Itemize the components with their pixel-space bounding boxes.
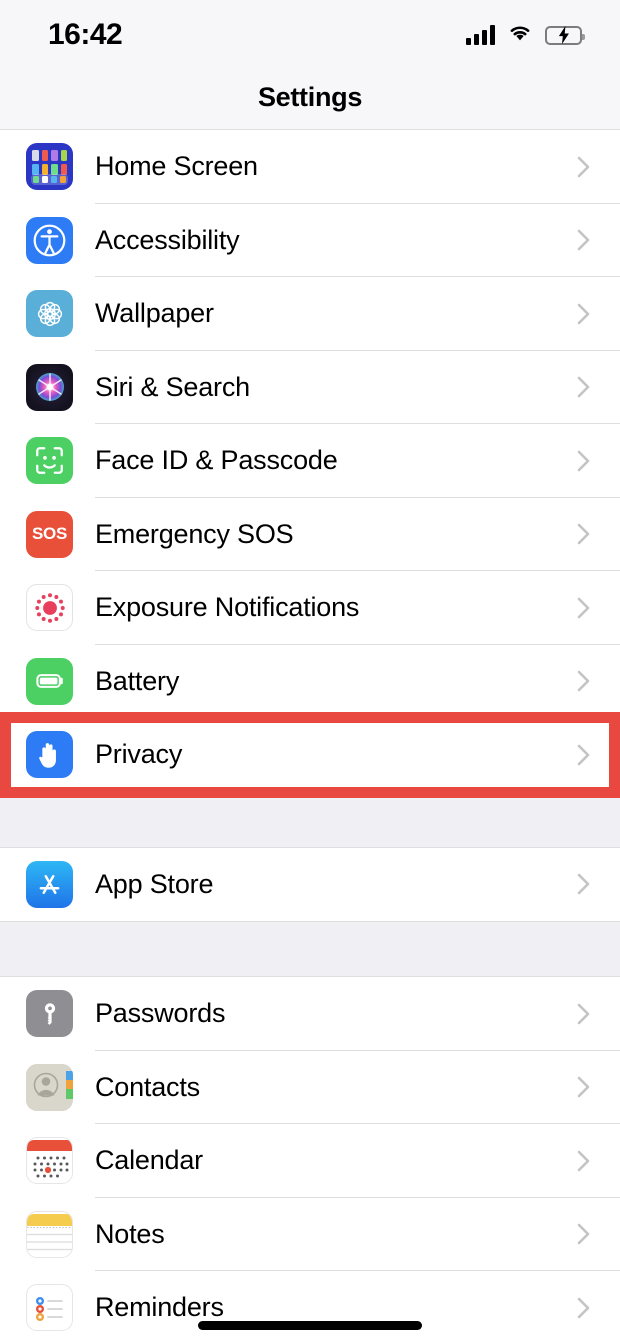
chevron-right-icon [577,376,590,398]
status-bar: 16:42 [0,0,620,66]
chevron-right-icon [577,1223,590,1245]
settings-row-home-screen[interactable]: Home Screen [0,130,620,204]
settings-row-notes[interactable]: Notes [0,1197,620,1271]
wifi-icon [508,23,532,47]
home-screen-icon [26,143,73,191]
charging-bolt-icon [558,25,569,45]
settings-row-label: Face ID & Passcode [95,445,338,476]
settings-row-accessibility[interactable]: Accessibility [0,203,620,277]
settings-row-label: Wallpaper [95,298,214,329]
passwords-key-icon [26,990,73,1038]
battery-charging-icon [545,25,585,45]
notes-icon [26,1210,73,1258]
settings-row-label: Calendar [95,1145,203,1176]
settings-row-label: Privacy [95,739,183,770]
settings-row-label: Exposure Notifications [95,592,360,623]
contacts-icon [26,1063,73,1111]
face-id-icon [26,437,73,485]
settings-row-contacts[interactable]: Contacts [0,1050,620,1124]
chevron-right-icon [577,744,590,766]
iphone-settings-screen: 16:42 Settings Home Screen Accessibility… [0,0,620,1342]
chevron-right-icon [577,1003,590,1025]
settings-row-reminders[interactable]: Reminders [0,1271,620,1342]
group-separator-2 [0,921,620,977]
home-indicator [198,1321,422,1330]
settings-row-exposure-notifications[interactable]: Exposure Notifications [0,571,620,645]
settings-row-label: Accessibility [95,224,240,255]
page-title: Settings [257,82,363,112]
settings-row-label: App Store [95,868,214,899]
cellular-signal-icon [466,25,495,45]
settings-row-label: Siri & Search [95,371,250,402]
settings-row-face-id-passcode[interactable]: Face ID & Passcode [0,424,620,498]
chevron-right-icon [577,670,590,692]
chevron-right-icon [577,1076,590,1098]
accessibility-icon [26,216,73,264]
chevron-right-icon [577,450,590,472]
settings-row-calendar[interactable]: Calendar [0,1124,620,1198]
chevron-right-icon [577,303,590,325]
chevron-right-icon [577,1297,590,1319]
settings-group-2: App Store [0,847,620,921]
settings-row-app-store[interactable]: App Store [0,847,620,921]
settings-row-label: Notes [95,1218,165,1249]
settings-row-privacy[interactable]: Privacy [0,718,620,792]
siri-icon [26,363,73,411]
chevron-right-icon [577,156,590,178]
reminders-icon [26,1284,73,1332]
settings-row-wallpaper[interactable]: Wallpaper [0,277,620,351]
chevron-right-icon [577,229,590,251]
battery-settings-icon [26,657,73,705]
status-bar-time: 16:42 [48,18,123,51]
settings-row-label: Contacts [95,1071,200,1102]
settings-row-label: Passwords [95,998,226,1029]
settings-row-label: Reminders [95,1292,224,1323]
privacy-hand-icon [26,731,73,779]
settings-row-label: Emergency SOS [95,518,294,549]
wallpaper-icon [26,290,73,338]
chevron-right-icon [577,873,590,895]
settings-row-label: Home Screen [95,151,258,182]
settings-group-3: Passwords Contacts Calendar Notes Remind… [0,977,620,1342]
settings-row-emergency-sos[interactable]: SOS Emergency SOS [0,497,620,571]
status-bar-indicators [466,19,585,47]
settings-group-1: Home Screen Accessibility Wallpaper Siri… [0,130,620,792]
settings-row-battery[interactable]: Battery [0,644,620,718]
settings-row-passwords[interactable]: Passwords [0,977,620,1051]
calendar-icon [26,1137,73,1185]
settings-row-label: Battery [95,665,180,696]
chevron-right-icon [577,1150,590,1172]
app-store-icon [26,860,73,908]
emergency-sos-icon: SOS [26,510,73,558]
chevron-right-icon [577,597,590,619]
navigation-bar: Settings [0,66,620,130]
sos-icon-text: SOS [31,524,67,544]
exposure-notifications-icon [26,584,73,632]
group-separator-1 [0,791,620,848]
chevron-right-icon [577,523,590,545]
settings-row-siri-search[interactable]: Siri & Search [0,350,620,424]
